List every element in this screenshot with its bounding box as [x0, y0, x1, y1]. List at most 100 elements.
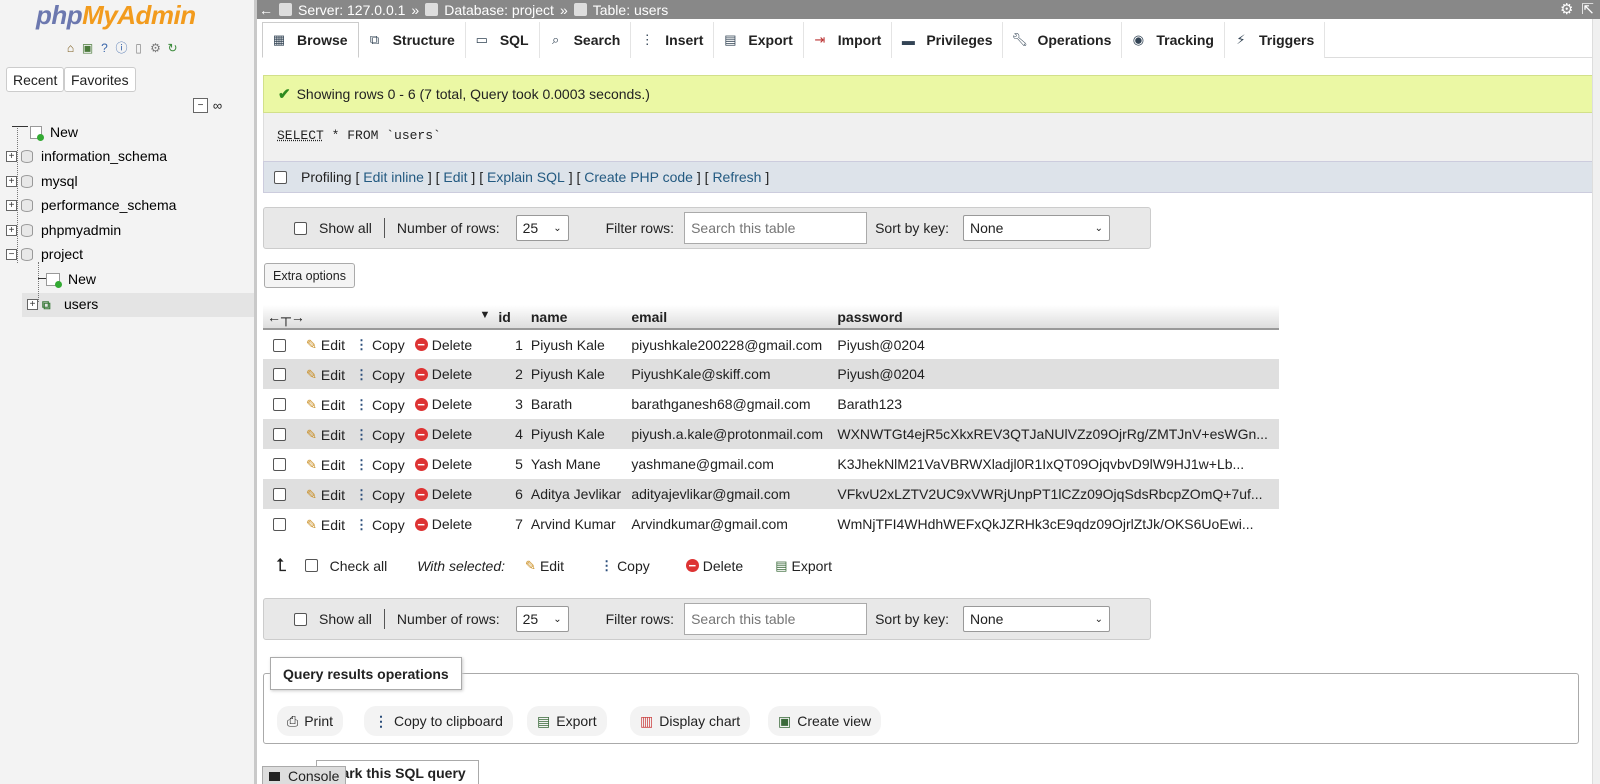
favorites-button[interactable]: Favorites: [64, 67, 136, 92]
breadcrumb-database[interactable]: Database: project: [425, 2, 554, 18]
tree-item-information-schema[interactable]: + information_schema: [6, 144, 167, 168]
cell-name[interactable]: Barath: [527, 389, 627, 419]
tab-export[interactable]: ▤ Export: [714, 22, 804, 58]
check-all-label[interactable]: Check all: [330, 558, 388, 574]
expand-icon[interactable]: +: [6, 150, 17, 162]
console-button[interactable]: Console: [262, 766, 347, 784]
row-delete-button[interactable]: − Delete: [414, 426, 472, 442]
row-checkbox[interactable]: [273, 338, 286, 352]
cell-name[interactable]: Piyush Kale: [527, 329, 627, 359]
row-delete-button[interactable]: − Delete: [414, 366, 472, 382]
tree-item-new-table[interactable]: New: [38, 267, 96, 291]
settings-icon[interactable]: ⚙: [148, 40, 163, 55]
column-header-id[interactable]: id: [494, 305, 527, 330]
cell-password[interactable]: WXNWTGt4ejR5cXkxREV3QTJaNUlVZz09OjrRg/ZM…: [833, 419, 1279, 449]
cell-id[interactable]: 5: [494, 449, 526, 479]
edit-link[interactable]: Edit: [443, 169, 467, 185]
cell-password[interactable]: K3JhekNlM21VaVBRWXladjl0R1IxQT09OjqvbvD9…: [833, 449, 1279, 479]
back-arrow-icon[interactable]: ←: [259, 2, 273, 18]
row-edit-button[interactable]: ✎ Edit: [306, 397, 345, 413]
settings-icon[interactable]: ⚙: [1560, 0, 1573, 18]
tab-sql[interactable]: ▭ SQL: [465, 22, 540, 58]
tab-privileges[interactable]: ▬ Privileges: [892, 22, 1004, 58]
breadcrumb-server[interactable]: Server: 127.0.0.1: [279, 2, 405, 18]
row-checkbox[interactable]: [273, 428, 286, 442]
display-chart-button[interactable]: ▥ Display chart: [630, 706, 751, 736]
bulk-export-button[interactable]: ▤ Export: [775, 558, 832, 574]
number-of-rows-select[interactable]: 25 ⌄: [515, 606, 569, 632]
copy-to-clipboard-button[interactable]: ⋮ Copy to clipboard: [364, 706, 513, 736]
sort-by-key-select[interactable]: None ⌄: [963, 215, 1110, 241]
expand-icon[interactable]: +: [6, 199, 17, 211]
cell-id[interactable]: 3: [494, 389, 526, 419]
row-checkbox[interactable]: [273, 488, 286, 502]
cell-id[interactable]: 1: [494, 329, 526, 359]
cell-email[interactable]: adityajevlikar@gmail.com: [627, 479, 834, 509]
cell-name[interactable]: Aditya Jevlikar: [526, 479, 628, 509]
page-scrollbar[interactable]: [1592, 19, 1600, 784]
sql-query-display[interactable]: SELECT * FROM `users`: [263, 113, 1593, 161]
bulk-delete-button[interactable]: − Delete: [685, 558, 743, 574]
row-checkbox[interactable]: [273, 398, 286, 412]
cell-email[interactable]: PiyushKale@skiff.com: [627, 359, 834, 389]
link-icon[interactable]: ∞: [210, 98, 225, 113]
row-delete-button[interactable]: − Delete: [414, 396, 472, 412]
cell-id[interactable]: 4: [494, 419, 527, 449]
bulk-copy-button[interactable]: ⋮ Copy: [600, 558, 650, 574]
show-all-label[interactable]: Show all: [319, 220, 372, 236]
expand-icon[interactable]: +: [6, 224, 17, 236]
cell-name[interactable]: Yash Mane: [527, 449, 627, 479]
filter-rows-input[interactable]: [684, 212, 868, 244]
row-checkbox[interactable]: [273, 518, 286, 532]
cell-id[interactable]: 7: [494, 509, 526, 539]
home-icon[interactable]: ⌂: [63, 40, 78, 55]
cell-password[interactable]: Barath123: [833, 389, 1279, 419]
show-all-label[interactable]: Show all: [319, 611, 372, 627]
sql-keyword[interactable]: SELECT: [277, 128, 324, 143]
chevron-down-icon[interactable]: ▼: [480, 309, 491, 321]
cell-email[interactable]: piyush.a.kale@protonmail.com: [627, 419, 834, 449]
cell-password[interactable]: WmNjTFI4WHdhWEFxQkJZRHk3cE9qdz09OjrlZtJk…: [833, 509, 1279, 539]
tree-item-users[interactable]: + ⧉ users: [27, 292, 98, 316]
row-checkbox[interactable]: [273, 458, 286, 472]
row-edit-button[interactable]: ✎ Edit: [306, 337, 345, 353]
tree-item-phpmyadmin[interactable]: + phpmyadmin: [6, 218, 121, 242]
collapse-icon[interactable]: −: [6, 248, 17, 260]
cell-name[interactable]: Piyush Kale: [526, 359, 628, 389]
expand-icon[interactable]: +: [27, 298, 38, 310]
row-delete-button[interactable]: − Delete: [414, 337, 472, 353]
collapse-icon[interactable]: ⇱: [1581, 0, 1594, 18]
filter-rows-input[interactable]: [684, 603, 868, 635]
help-icon[interactable]: ?: [97, 40, 112, 55]
tree-item-performance-schema[interactable]: + performance_schema: [6, 193, 176, 217]
edit-inline-link[interactable]: Edit inline: [363, 169, 424, 185]
row-delete-button[interactable]: − Delete: [414, 486, 472, 502]
column-header-password[interactable]: password: [833, 305, 1279, 330]
row-edit-button[interactable]: ✎ Edit: [306, 457, 345, 473]
number-of-rows-select[interactable]: 25 ⌄: [515, 215, 569, 241]
row-edit-button[interactable]: ✎ Edit: [306, 427, 345, 443]
row-copy-button[interactable]: ⋮ Copy: [355, 427, 405, 443]
profiling-checkbox[interactable]: [274, 170, 287, 184]
tab-insert[interactable]: ⋮ Insert: [631, 22, 715, 58]
extra-options-button[interactable]: Extra options: [264, 263, 355, 288]
cell-id[interactable]: 2: [494, 359, 527, 389]
page-icon[interactable]: ▯: [131, 40, 146, 55]
recent-button[interactable]: Recent: [6, 67, 65, 92]
cell-email[interactable]: yashmane@gmail.com: [627, 449, 833, 479]
phpmyadmin-logo[interactable]: phpMyAdmin: [36, 0, 196, 31]
docs-icon[interactable]: ⓘ: [114, 40, 129, 55]
reload-icon[interactable]: ↻: [165, 40, 180, 55]
show-all-checkbox[interactable]: [294, 612, 307, 626]
breadcrumb-table[interactable]: Table: users: [573, 2, 668, 18]
cell-id[interactable]: 6: [494, 479, 527, 509]
row-edit-button[interactable]: ✎ Edit: [306, 487, 345, 503]
cell-email[interactable]: barathganesh68@gmail.com: [627, 389, 833, 419]
column-resize-icon[interactable]: ←┬→: [267, 309, 305, 325]
column-header-email[interactable]: email: [627, 305, 834, 330]
row-delete-button[interactable]: − Delete: [414, 516, 472, 532]
logout-icon[interactable]: ▣: [80, 40, 95, 55]
create-view-button[interactable]: ▣ Create view: [768, 706, 882, 736]
tab-triggers[interactable]: ⚡︎ Triggers: [1224, 22, 1326, 58]
explain-sql-link[interactable]: Explain SQL: [487, 169, 565, 185]
